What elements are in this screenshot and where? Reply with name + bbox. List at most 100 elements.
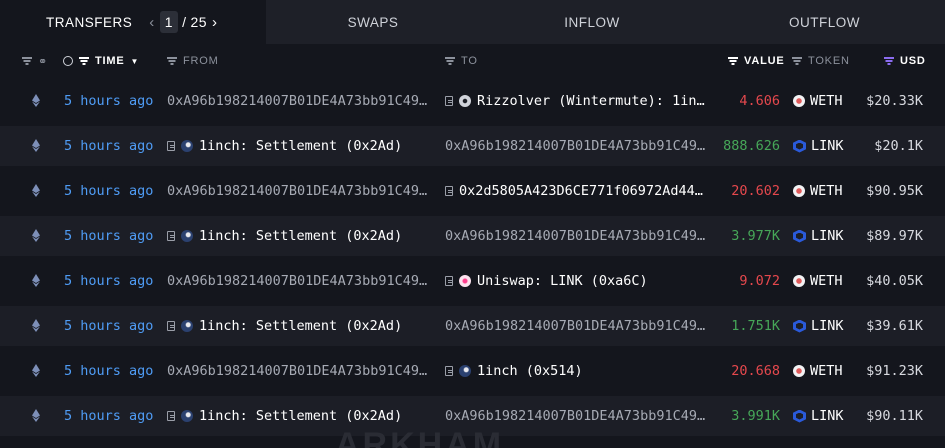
filter-icon[interactable]	[167, 57, 177, 65]
token-cell[interactable]: WETH	[793, 273, 843, 289]
ethereum-icon	[32, 94, 40, 107]
page-current[interactable]: 1	[159, 11, 179, 33]
from-entity[interactable]: 1inch: Settlement (0x2Ad)	[199, 228, 402, 244]
token-cell[interactable]: WETH	[793, 363, 843, 379]
from-address[interactable]: 0xA96b198214007B01DE4A73bb91C49…	[167, 363, 427, 379]
contract-icon	[445, 96, 453, 106]
table-row[interactable]: 5 hours ago 1inch: Settlement (0x2Ad) 0x…	[0, 306, 945, 346]
time-link[interactable]: 5 hours ago	[64, 183, 153, 199]
to-cell[interactable]: Rizzolver (Wintermute): 1in…	[445, 93, 705, 109]
from-entity[interactable]: 1inch: Settlement (0x2Ad)	[199, 138, 402, 154]
to-cell[interactable]: 0xA96b198214007B01DE4A73bb91C49…	[445, 138, 705, 154]
to-address[interactable]: 0xA96b198214007B01DE4A73bb91C49…	[445, 228, 705, 244]
time-link[interactable]: 5 hours ago	[64, 138, 153, 154]
from-cell[interactable]: 0xA96b198214007B01DE4A73bb91C49…	[167, 93, 427, 109]
from-address[interactable]: 0xA96b198214007B01DE4A73bb91C49…	[167, 183, 427, 199]
value-amount: 888.626	[723, 138, 780, 154]
to-cell[interactable]: 0xA96b198214007B01DE4A73bb91C49…	[445, 318, 705, 334]
from-cell[interactable]: 1inch: Settlement (0x2Ad)	[167, 228, 402, 244]
token-cell[interactable]: LINK	[793, 228, 844, 244]
to-cell[interactable]: 0xA96b198214007B01DE4A73bb91C49…	[445, 408, 705, 424]
filter-icon[interactable]	[728, 57, 738, 65]
header-usd[interactable]: USD	[884, 44, 926, 78]
usd-value: $39.61K	[866, 318, 923, 334]
tab-inflow[interactable]: INFLOW	[480, 0, 704, 44]
time-link[interactable]: 5 hours ago	[64, 228, 153, 244]
from-cell[interactable]: 1inch: Settlement (0x2Ad)	[167, 318, 402, 334]
from-cell[interactable]: 1inch: Settlement (0x2Ad)	[167, 138, 402, 154]
usd-value: $20.33K	[866, 93, 923, 109]
time-link[interactable]: 5 hours ago	[64, 363, 153, 379]
header-to[interactable]: TO	[445, 44, 478, 78]
token-cell[interactable]: LINK	[793, 138, 844, 154]
from-cell[interactable]: 0xA96b198214007B01DE4A73bb91C49…	[167, 363, 427, 379]
from-address[interactable]: 0xA96b198214007B01DE4A73bb91C49…	[167, 93, 427, 109]
time-link[interactable]: 5 hours ago	[64, 408, 153, 424]
value-amount: 3.991K	[731, 408, 780, 424]
token-symbol: WETH	[810, 183, 843, 199]
filter-icon[interactable]	[884, 57, 894, 65]
tab-outflow[interactable]: OUTFLOW	[704, 0, 945, 44]
to-address[interactable]: 0x2d5805A423D6CE771f06972Ad44…	[459, 183, 703, 199]
from-address[interactable]: 0xA96b198214007B01DE4A73bb91C49…	[167, 273, 427, 289]
table-row[interactable]: 5 hours ago 0xA96b198214007B01DE4A73bb91…	[0, 351, 945, 391]
caret-down-icon[interactable]: ▼	[130, 57, 139, 66]
tab-bar: TRANSFERS ‹ 1 / 25 › SWAPS INFLOW OUTFLO…	[0, 0, 945, 44]
ethereum-icon	[32, 274, 40, 287]
header-value[interactable]: VALUE	[728, 44, 784, 78]
weth-icon	[793, 275, 805, 287]
filter-icon[interactable]	[792, 57, 802, 65]
header-time[interactable]: TIME ▼	[63, 44, 139, 78]
from-entity[interactable]: 1inch: Settlement (0x2Ad)	[199, 318, 402, 334]
page-separator: /	[182, 14, 187, 30]
token-cell[interactable]: WETH	[793, 183, 843, 199]
token-symbol: LINK	[811, 228, 844, 244]
from-cell[interactable]: 1inch: Settlement (0x2Ad)	[167, 408, 402, 424]
table-row[interactable]: 5 hours ago 1inch: Settlement (0x2Ad) 0x…	[0, 126, 945, 166]
from-entity[interactable]: 1inch: Settlement (0x2Ad)	[199, 408, 402, 424]
table-row[interactable]: 5 hours ago 0xA96b198214007B01DE4A73bb91…	[0, 81, 945, 121]
time-link[interactable]: 5 hours ago	[64, 318, 153, 334]
filter-icon[interactable]	[445, 57, 455, 65]
from-cell[interactable]: 0xA96b198214007B01DE4A73bb91C49…	[167, 273, 427, 289]
to-entity[interactable]: Rizzolver (Wintermute): 1in…	[477, 93, 705, 109]
chevron-left-icon[interactable]: ‹	[144, 14, 160, 31]
header-from[interactable]: FROM	[167, 44, 219, 78]
1inch-logo-icon	[459, 365, 471, 377]
to-cell[interactable]: 1inch (0x514)	[445, 363, 583, 379]
to-entity[interactable]: 1inch (0x514)	[477, 363, 583, 379]
table-row[interactable]: 5 hours ago 0xA96b198214007B01DE4A73bb91…	[0, 261, 945, 301]
to-cell[interactable]: 0xA96b198214007B01DE4A73bb91C49…	[445, 228, 705, 244]
ethereum-icon	[32, 364, 40, 377]
to-address[interactable]: 0xA96b198214007B01DE4A73bb91C49…	[445, 318, 705, 334]
value-amount: 1.751K	[731, 318, 780, 334]
filter-icon[interactable]	[79, 57, 89, 65]
header-token[interactable]: TOKEN	[792, 44, 850, 78]
value-amount: 3.977K	[731, 228, 780, 244]
from-cell[interactable]: 0xA96b198214007B01DE4A73bb91C49…	[167, 183, 427, 199]
to-entity[interactable]: Uniswap: LINK (0xa6C)	[477, 273, 648, 289]
contract-icon	[445, 366, 453, 376]
token-cell[interactable]: LINK	[793, 408, 844, 424]
tab-transfers[interactable]: TRANSFERS ‹ 1 / 25 ›	[0, 0, 266, 44]
token-cell[interactable]: WETH	[793, 93, 843, 109]
to-address[interactable]: 0xA96b198214007B01DE4A73bb91C49…	[445, 408, 705, 424]
table-row[interactable]: 5 hours ago 0xA96b198214007B01DE4A73bb91…	[0, 171, 945, 211]
tab-swaps[interactable]: SWAPS	[266, 0, 480, 44]
link-icon[interactable]: ⚭	[38, 55, 48, 68]
to-address[interactable]: 0xA96b198214007B01DE4A73bb91C49…	[445, 138, 705, 154]
to-cell[interactable]: 0x2d5805A423D6CE771f06972Ad44…	[445, 183, 703, 199]
usd-value: $89.97K	[866, 228, 923, 244]
chainlink-icon	[793, 139, 806, 153]
contract-icon	[167, 411, 175, 421]
table-row[interactable]: 5 hours ago 1inch: Settlement (0x2Ad) 0x…	[0, 216, 945, 256]
token-cell[interactable]: LINK	[793, 318, 844, 334]
chevron-right-icon[interactable]: ›	[207, 14, 223, 31]
time-link[interactable]: 5 hours ago	[64, 273, 153, 289]
filter-icon[interactable]	[22, 57, 32, 65]
contract-icon	[445, 186, 453, 196]
to-cell[interactable]: Uniswap: LINK (0xa6C)	[445, 273, 648, 289]
usd-value: $90.11K	[866, 408, 923, 424]
clock-icon[interactable]	[63, 56, 73, 66]
time-link[interactable]: 5 hours ago	[64, 93, 153, 109]
